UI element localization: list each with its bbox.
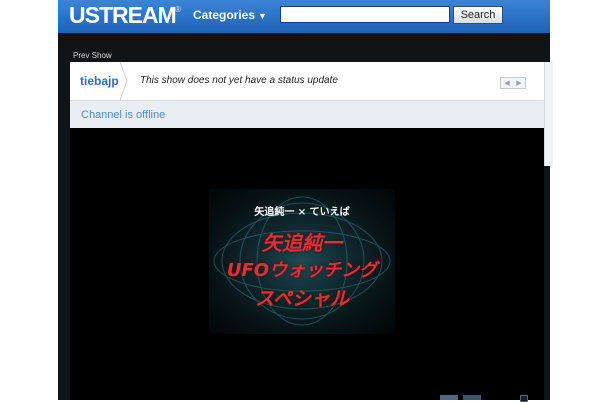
categories-menu-button[interactable]: Categories ▼ [193, 8, 267, 22]
arrow-left-icon[interactable]: ◀ [504, 79, 509, 87]
arrow-right-icon[interactable]: ▶ [516, 79, 521, 87]
status-update-text: This show does not yet have a status upd… [140, 75, 338, 86]
player-control-button[interactable] [520, 395, 528, 402]
status-pager[interactable]: ◀ ▶ [500, 77, 526, 89]
search-button[interactable]: Search [453, 6, 503, 24]
player-control-button[interactable] [440, 395, 458, 400]
channel-offline-text: Channel is offline [81, 109, 166, 121]
registered-mark: ® [175, 5, 181, 14]
video-title-line-1: 矢追純一 [262, 231, 342, 255]
side-panel-edge [544, 62, 553, 166]
channel-offline-bar: Channel is offline [70, 101, 544, 128]
search-input[interactable] [280, 6, 450, 23]
video-title-line-3: スペシャル [255, 288, 349, 310]
separator-chevron-icon [120, 62, 128, 100]
chevron-down-icon: ▼ [258, 11, 267, 21]
ustream-logo[interactable]: USTREAM [69, 2, 177, 29]
player-control-button[interactable] [463, 395, 481, 400]
video-title-artwork: 矢追純一 × ていえば 矢追純一 UFOウォッチング スペシャル [209, 189, 395, 334]
categories-label: Categories [193, 8, 256, 22]
top-navigation-bar: USTREAM ® Categories ▼ Search [58, 0, 550, 33]
channel-name-link[interactable]: tiebajp [80, 74, 119, 88]
prev-show-link[interactable]: Prev Show [73, 51, 112, 60]
video-top-text: 矢追純一 × ていえば [254, 207, 350, 218]
video-title-line-2: UFOウォッチング [226, 260, 378, 281]
channel-status-bar: tiebajp This show does not yet have a st… [70, 62, 544, 101]
